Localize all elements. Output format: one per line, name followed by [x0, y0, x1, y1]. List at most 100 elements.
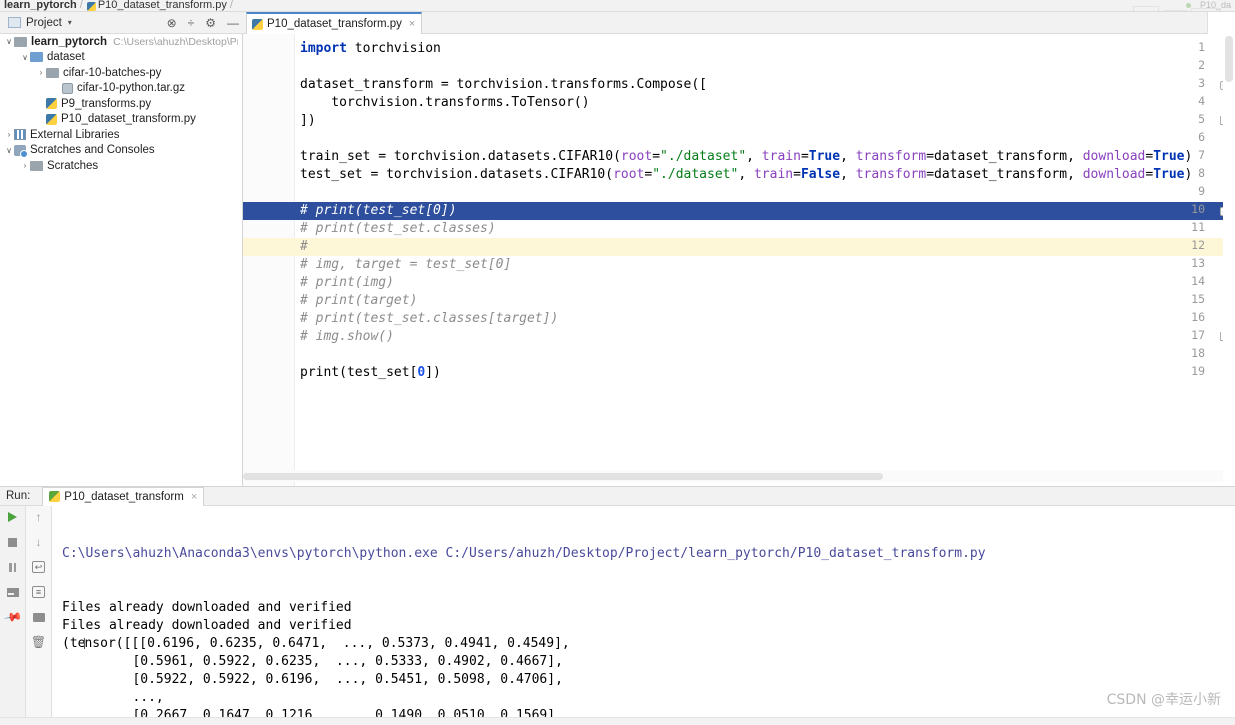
expand-collapse-icon[interactable]: ÷ — [188, 17, 195, 29]
soft-wrap-button[interactable]: ↩ — [32, 560, 46, 574]
breadcrumb-file[interactable]: P10_dataset_transform.py — [98, 0, 227, 11]
code-line[interactable]: # img.show() — [300, 328, 1235, 346]
code-line[interactable]: torchvision.transforms.ToTensor() — [300, 94, 1235, 112]
tree-item-learn-pytorch[interactable]: ∨ learn_pytorch C:\Users\ahuzh\Desktop\Pro… — [0, 34, 242, 50]
python-file-icon — [86, 2, 96, 11]
chevron-down-icon[interactable]: ▾ — [68, 18, 72, 27]
print-button[interactable] — [32, 610, 46, 624]
collapse-all-icon[interactable]: ⊗ — [167, 17, 177, 29]
code-line[interactable]: # print(img) — [300, 274, 1235, 292]
archive-icon — [62, 82, 73, 94]
lib-icon — [14, 129, 26, 141]
console-command-line: C:\Users\ahuzh\Anaconda3\envs\pytorch\py… — [62, 546, 986, 561]
tree-item-label: Scratches — [47, 159, 99, 172]
close-icon[interactable]: × — [191, 491, 197, 503]
project-tree[interactable]: ∨learn_pytorchC:\Users\ahuzh\Desktop\Pro… — [0, 34, 243, 486]
code-line[interactable]: # print(test_set.classes[target]) — [300, 310, 1235, 328]
breadcrumb-project[interactable]: learn_pytorch — [4, 0, 77, 11]
status-bar — [0, 717, 1235, 725]
code-line[interactable]: # print(target) — [300, 292, 1235, 310]
toolbar-row: Project ▾ ⊗ ÷ ⚙ — P10_dataset_transform.… — [0, 12, 1235, 34]
code-editor[interactable]: 123−45678910−111213141516171819 import t… — [243, 34, 1235, 486]
editor-code-area[interactable]: import torchvision dataset_transform = to… — [295, 34, 1235, 486]
code-line[interactable]: # print(test_set.classes) — [300, 220, 1235, 238]
scroll-down-button[interactable]: ↓ — [32, 535, 46, 549]
tree-item-dataset[interactable]: ∨ dataset — [0, 50, 242, 66]
chevron-right-icon[interactable]: › — [36, 68, 46, 77]
pause-button[interactable] — [6, 560, 20, 574]
code-line[interactable]: # img, target = test_set[0] — [300, 256, 1235, 274]
run-console-output[interactable]: C:\Users\ahuzh\Anaconda3\envs\pytorch\py… — [52, 506, 1235, 725]
tree-item-label: P10_dataset_transform.py — [61, 113, 196, 126]
py-icon — [46, 113, 57, 125]
run-toolbar-secondary[interactable]: ↑ ↓ ↩ ≡ 🗑 — [26, 506, 52, 725]
editor-tab-strip-end — [1207, 12, 1235, 34]
tree-item-external-libraries[interactable]: › External Libraries — [0, 127, 242, 143]
code-line[interactable]: import torchvision — [300, 40, 1235, 58]
chevron-down-icon[interactable]: ∨ — [4, 146, 14, 155]
code-line[interactable]: # — [300, 238, 1235, 256]
chevron-right-icon[interactable]: › — [20, 161, 30, 170]
code-line[interactable]: ]) — [300, 112, 1235, 130]
tree-item-p9-transforms-py[interactable]: P9_transforms.py — [0, 96, 242, 112]
chevron-right-icon[interactable]: › — [4, 130, 14, 139]
scroll-up-button[interactable]: ↑ — [32, 510, 46, 524]
console-line: (tensor([[[0.6196, 0.6235, 0.6471, ..., … — [62, 636, 570, 651]
project-panel-title: Project — [26, 16, 62, 29]
stop-button[interactable] — [6, 535, 20, 549]
console-button[interactable] — [6, 585, 20, 599]
scrollbar-thumb[interactable] — [1225, 36, 1233, 82]
code-line[interactable]: test_set = torchvision.datasets.CIFAR10(… — [300, 166, 1235, 184]
tree-item-cifar-10-python-tar-gz[interactable]: cifar-10-python.tar.gz — [0, 81, 242, 97]
python-run-icon — [49, 491, 61, 502]
editor-tab-label: P10_dataset_transform.py — [267, 18, 402, 30]
breadcrumb: learn_pytorch / P10_dataset_transform.py… — [0, 0, 1235, 12]
scratch-icon — [14, 144, 28, 158]
run-panel-header: Run: P10_dataset_transform × — [0, 486, 1235, 506]
code-line[interactable]: print(test_set[0]) — [300, 364, 1235, 382]
tree-item-scratches-and-consoles[interactable]: ∨ Scratches and Consoles — [0, 143, 242, 159]
console-line: Files already downloaded and verified — [62, 600, 352, 615]
pycharm-window: learn_pytorch / P10_dataset_transform.py… — [0, 0, 1235, 725]
tab-p10-dataset-transform[interactable]: P10_dataset_transform.py × — [246, 12, 423, 34]
scrollbar-thumb-horizontal[interactable] — [243, 473, 883, 480]
breadcrumb-separator: / — [79, 0, 83, 11]
tree-item-cifar-10-batches-py[interactable]: › cifar-10-batches-py — [0, 65, 242, 81]
tree-item-p10-dataset-transform-py[interactable]: P10_dataset_transform.py — [0, 112, 242, 128]
pin-tab-button[interactable]: 📌 — [2, 607, 22, 627]
console-line: ..., — [62, 690, 164, 705]
run-tab-p10-dataset-transform[interactable]: P10_dataset_transform × — [42, 486, 205, 506]
tree-item-label: dataset — [47, 51, 85, 64]
console-line: [0.5961, 0.5922, 0.6235, ..., 0.5333, 0.… — [62, 654, 563, 669]
editor-tab-strip: P10_dataset_transform.py × — [243, 12, 1235, 34]
code-line[interactable]: # print(test_set[0]) — [300, 202, 1235, 220]
settings-gear-icon[interactable]: ⚙ — [205, 17, 216, 29]
breadcrumb-separator-2: / — [229, 0, 233, 11]
tree-item-scratches[interactable]: › Scratches — [0, 158, 242, 174]
run-toolbar-primary[interactable]: 📌 — [0, 506, 26, 725]
watermark: CSDN @幸运小新 — [1106, 692, 1221, 708]
folder-icon — [14, 36, 27, 47]
code-line[interactable]: train_set = torchvision.datasets.CIFAR10… — [300, 148, 1235, 166]
run-button[interactable] — [6, 510, 20, 524]
console-line: [0.5922, 0.5922, 0.6196, ..., 0.5451, 0.… — [62, 672, 563, 687]
close-icon[interactable]: × — [409, 18, 415, 30]
tree-item-label: cifar-10-batches-py — [63, 66, 162, 79]
scroll-to-end-button[interactable]: ≡ — [32, 585, 46, 599]
clear-all-button[interactable]: 🗑 — [31, 635, 46, 649]
code-line[interactable]: dataset_transform = torchvision.transfor… — [300, 76, 1235, 94]
hide-panel-icon[interactable]: — — [227, 17, 239, 29]
console-line: Files already downloaded and verified — [62, 618, 352, 633]
tree-item-label: learn_pytorch — [31, 35, 108, 48]
folder-blue-icon — [30, 52, 43, 63]
chevron-down-icon[interactable]: ∨ — [4, 37, 14, 46]
editor-horizontal-scrollbar[interactable] — [243, 470, 1223, 482]
chevron-down-icon[interactable]: ∨ — [20, 53, 30, 62]
run-tool-window: Run: P10_dataset_transform × 📌 ↑ ↓ ↩ ≡ 🗑… — [0, 486, 1235, 725]
run-tab-label: P10_dataset_transform — [64, 490, 184, 503]
editor-gutter[interactable] — [243, 34, 295, 486]
project-panel-header[interactable]: Project ▾ ⊗ ÷ ⚙ — — [0, 12, 243, 34]
editor-vertical-scrollbar[interactable] — [1223, 34, 1235, 486]
